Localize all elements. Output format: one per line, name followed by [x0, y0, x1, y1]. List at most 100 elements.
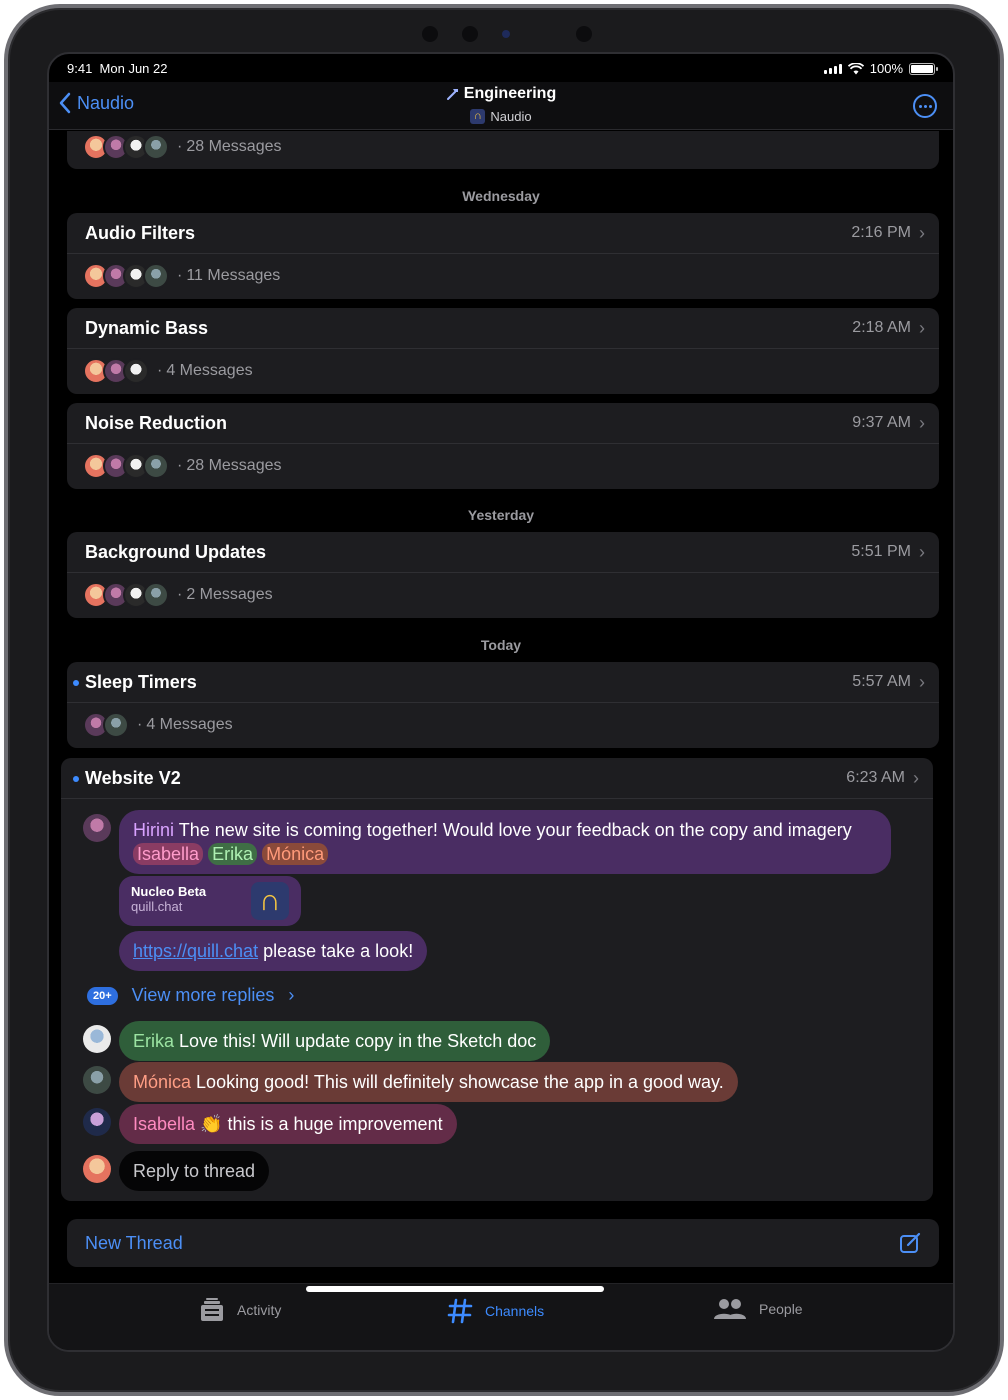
participant-avatars: [83, 712, 129, 738]
avatar: [83, 814, 111, 842]
thread-card[interactable]: Background Updates 5:51 PM › · 2 Messages: [67, 532, 939, 618]
message-row: Erika Love this! Will update copy in the…: [83, 1021, 551, 1061]
battery-percent: 100%: [869, 61, 903, 76]
reply-row: Reply to thread: [83, 1151, 270, 1191]
chevron-right-icon: ›: [919, 222, 925, 243]
more-options-button[interactable]: [913, 94, 937, 118]
day-header: Yesterday: [467, 507, 535, 523]
message-bubble[interactable]: Mónica Looking good! This will definitel…: [119, 1062, 738, 1102]
people-icon: [714, 1299, 746, 1319]
navigation-bar: Naudio Engineering ∩ Naudio: [49, 82, 953, 130]
activity-icon: [201, 1298, 223, 1321]
thread-card[interactable]: Audio Filters 2:16 PM › · 11 Messages: [67, 213, 939, 299]
message-text: 👏 this is a huge improvement: [200, 1114, 443, 1134]
message-author: Mónica: [133, 1072, 192, 1092]
chevron-right-icon: ›: [919, 541, 925, 562]
reply-to-thread-input[interactable]: Reply to thread: [119, 1151, 270, 1191]
home-indicator[interactable]: [306, 1286, 604, 1292]
thread-header[interactable]: Website V2 6:23 AM ›: [61, 758, 933, 799]
avatar: [123, 358, 149, 384]
mention-tag[interactable]: Isabella: [133, 843, 204, 865]
thread-card[interactable]: Dynamic Bass 2:18 AM › · 4 Messages: [67, 308, 939, 394]
tab-activity[interactable]: Activity: [199, 1298, 281, 1322]
tab-channels[interactable]: Channels: [447, 1298, 544, 1324]
sensor: [576, 26, 592, 42]
compose-icon: [900, 1232, 921, 1253]
avatar: [83, 1025, 111, 1053]
thread-time: 2:18 AM: [852, 319, 911, 336]
day-header: Today: [480, 637, 522, 653]
message-link[interactable]: https://quill.chat: [133, 941, 258, 961]
message-author: Isabella: [133, 1114, 196, 1134]
participant-avatars: [83, 453, 169, 479]
message-text: The new site is coming together! Would l…: [178, 820, 852, 840]
participant-avatars: [83, 134, 169, 160]
unread-indicator: [73, 680, 79, 686]
message-row: https://quill.chat please take a look!: [119, 931, 428, 971]
chevron-right-icon: ›: [919, 412, 925, 433]
message-bubble[interactable]: Erika Love this! Will update copy in the…: [119, 1021, 551, 1061]
thread-card[interactable]: Sleep Timers 5:57 AM › · 4 Messages: [67, 662, 939, 748]
message-bubble[interactable]: https://quill.chat please take a look!: [119, 931, 428, 971]
message-count: 4 Messages: [166, 362, 253, 379]
tab-people[interactable]: People: [713, 1298, 803, 1320]
avatar: [143, 134, 169, 160]
day-header: Wednesday: [462, 188, 540, 204]
participant-avatars: [83, 358, 149, 384]
avatar: [143, 263, 169, 289]
participant-avatars: [83, 582, 169, 608]
thread-time: 5:51 PM: [851, 543, 911, 560]
message-count: 28 Messages: [186, 138, 282, 155]
message-count: 2 Messages: [186, 586, 273, 603]
message-row: Hirini The new site is coming together! …: [83, 810, 891, 874]
thread-card[interactable]: · 28 Messages: [67, 131, 939, 169]
signal-icon: [823, 63, 842, 74]
status-time: 9:41: [67, 61, 93, 76]
new-thread-label: New Thread: [85, 1232, 183, 1253]
participant-avatars: [83, 263, 169, 289]
channel-title: Engineering: [463, 85, 557, 102]
tab-bar: Activity Channels People: [49, 1283, 953, 1350]
avatar: [103, 712, 129, 738]
thread-title: Dynamic Bass: [85, 317, 209, 338]
thread-title: Sleep Timers: [85, 671, 197, 692]
tab-channels-label: Channels: [485, 1303, 545, 1319]
message-text: Looking good! This will definitely showc…: [196, 1072, 724, 1092]
avatar: [143, 453, 169, 479]
battery-icon: [909, 62, 938, 75]
screen: 9:41 Mon Jun 22 100% Naudio Engineering …: [47, 52, 955, 1352]
wifi-icon: [847, 62, 864, 74]
status-date: Mon Jun 22: [99, 61, 168, 76]
avatar: [143, 582, 169, 608]
thread-title: Audio Filters: [85, 222, 196, 243]
link-preview[interactable]: Nucleo Beta quill.chat ∩: [119, 876, 301, 926]
hashtag-icon: [447, 1298, 473, 1324]
status-bar: 9:41 Mon Jun 22 100%: [49, 54, 953, 82]
thread-card[interactable]: Noise Reduction 9:37 AM › · 28 Messages: [67, 403, 939, 489]
message-count: 28 Messages: [186, 457, 282, 474]
workspace-logo-icon: ∩: [470, 109, 486, 124]
thread-time: 5:57 AM: [852, 673, 911, 690]
new-thread-button[interactable]: New Thread: [67, 1219, 939, 1267]
workspace-name: Naudio: [490, 109, 532, 124]
view-more-replies-button[interactable]: 20+ View more replies ›: [87, 985, 294, 1006]
message-bubble[interactable]: Hirini The new site is coming together! …: [119, 810, 891, 874]
mention-tag[interactable]: Erika: [208, 843, 258, 865]
thread-time: 6:23 AM: [846, 769, 905, 786]
thread-time: 2:16 PM: [851, 224, 911, 241]
chevron-right-icon: ›: [919, 317, 925, 338]
channel-header: Engineering ∩ Naudio: [49, 85, 953, 124]
view-more-label: View more replies: [131, 985, 275, 1005]
message-text: please take a look!: [263, 941, 414, 961]
message-count: 11 Messages: [186, 267, 281, 284]
mention-tag[interactable]: Mónica: [262, 843, 329, 865]
reply-count-badge: 20+: [87, 986, 118, 1005]
message-bubble[interactable]: Isabella 👏 this is a huge improvement: [119, 1104, 457, 1144]
message-author: Erika: [133, 1031, 175, 1051]
tab-people-label: People: [759, 1301, 803, 1317]
app-logo-icon: ∩: [251, 882, 289, 920]
thread-title: Noise Reduction: [85, 412, 228, 433]
avatar: [83, 1155, 111, 1183]
thread-list: · 28 Messages Wednesday Audio Filters 2:16…: [49, 131, 953, 1283]
camera-lens: [502, 30, 510, 38]
